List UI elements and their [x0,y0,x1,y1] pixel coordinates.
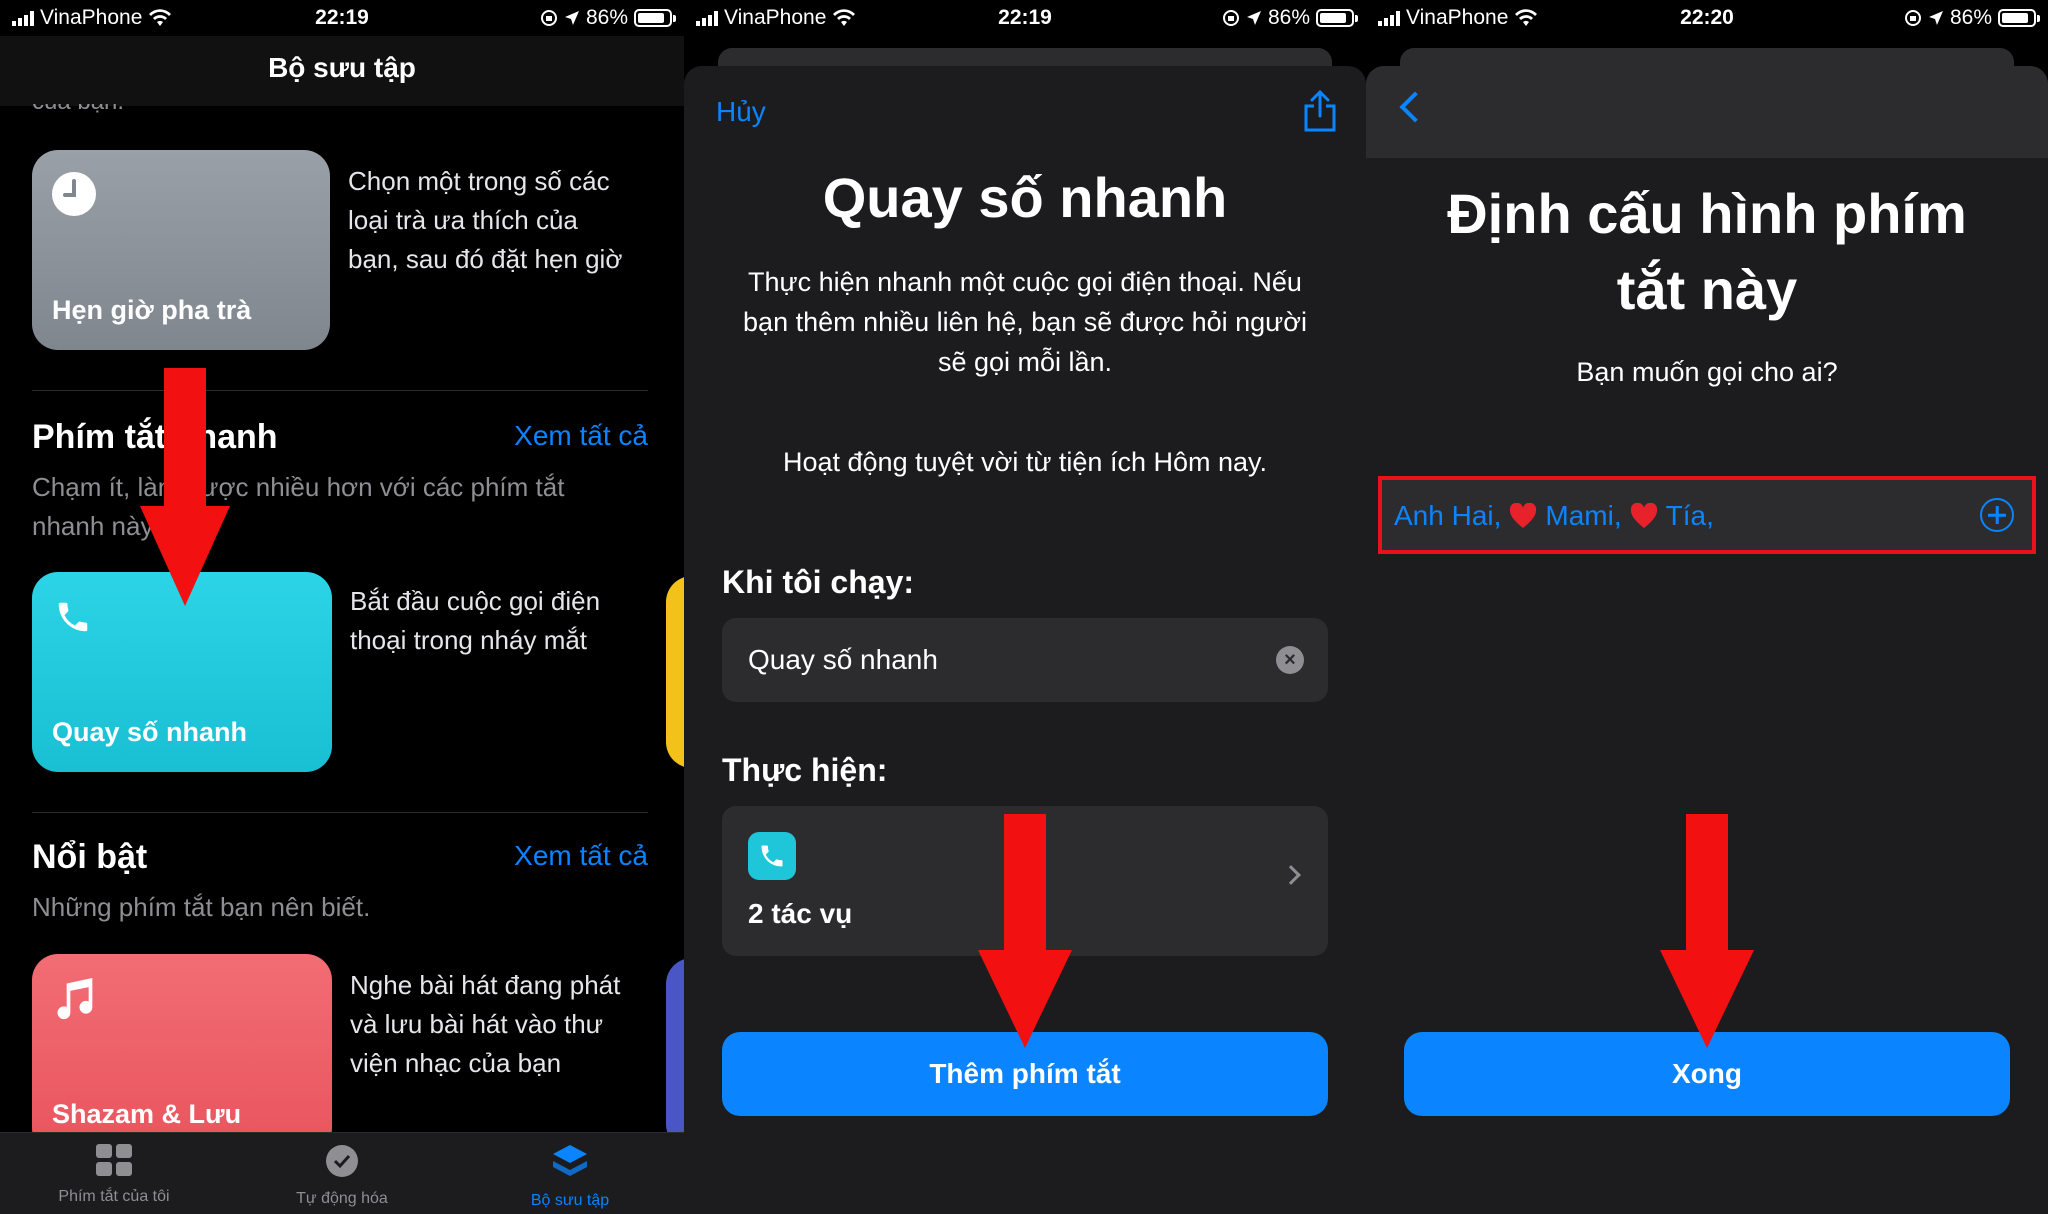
section-subtext-quick: Chạm ít, làm được nhiều hơn với các phím… [32,468,564,546]
heart-icon [1630,503,1657,528]
battery-percent: 86% [1949,6,1992,29]
desc-line: viện nhạc của bạn [350,1048,562,1078]
rotation-lock-icon [1222,10,1239,26]
shortcut-title: Quay số nhanh [822,166,1228,229]
see-all-featured-link[interactable]: Xem tất cả [514,840,648,872]
desc-line: sẽ gọi mỗi lần. [937,347,1113,377]
clock-check-icon [326,1145,358,1177]
contact-token[interactable]: Anh Hai, [1394,500,1501,532]
cancel-button[interactable]: Hủy [716,96,766,128]
contact-token[interactable]: Mami, [1545,500,1621,532]
dial-card-description: Bắt đầu cuộc gọi điện thoại trong nháy m… [350,582,600,660]
desc-line: loại trà ưa thích của [348,205,578,235]
desc-line: và lưu bài hát vào thư [350,1009,604,1039]
section-heading-featured: Nổi bật [32,838,148,876]
contact-token[interactable]: Tía, [1666,500,1714,532]
divider [32,390,648,391]
battery-icon [1316,9,1358,27]
red-arrow-annotation [978,814,1072,1048]
next-card-peek[interactable] [666,576,684,768]
nav-bar [1366,66,2048,158]
phone-app-icon [748,832,796,880]
widget-note: Hoạt động tuyệt vời từ tiện ích Hôm nay. [782,447,1267,477]
location-icon [1928,11,1943,25]
rotation-lock-icon [1904,10,1921,26]
shazam-card-description: Nghe bài hát đang phát và lưu bài hát và… [350,966,620,1083]
desc-line: Chọn một trong số các [348,166,610,196]
location-icon [564,11,579,25]
battery-percent: 86% [585,6,628,29]
location-icon [1246,11,1261,25]
tab-label: Tự động hóa [296,1190,388,1207]
shortcut-name-field[interactable]: Quay số nhanh × [722,618,1328,702]
card-label: Shazam & Lưu [52,1099,242,1129]
battery-icon [1998,9,2040,27]
when-run-label: Khi tôi chạy: [722,564,915,600]
clear-icon[interactable]: × [1276,646,1304,674]
red-arrow-annotation [140,368,230,606]
tab-label: Bộ sưu tập [530,1192,610,1209]
grid-icon [96,1144,132,1176]
configure-title: Định cấu hình phím tắt này [1366,176,2048,328]
desc-line: bạn, sau đó đặt hẹn giờ [348,244,623,274]
red-arrow-annotation [1660,814,1754,1048]
tab-my-shortcuts[interactable]: Phím tắt của tôi [0,1143,228,1206]
subtext-line: nhanh này. [32,511,159,541]
contacts-field[interactable]: Anh Hai, Mami, Tía, [1378,476,2036,554]
card-label: Hẹn giờ pha trà [52,295,252,325]
subtext-line: Chạm ít, làm được nhiều hơn với các phím… [32,472,565,502]
desc-line: Nghe bài hát đang phát [350,970,621,1000]
tab-gallery[interactable]: Bộ sưu tập [456,1143,684,1210]
desc-line: thoại trong nháy mắt [350,625,588,655]
divider [32,812,648,813]
action-count: 2 tác vụ [748,898,853,929]
status-bar: VinaPhone 22:20 86% [1366,0,2048,36]
tab-label: Phím tắt của tôi [58,1188,170,1205]
desc-line: Thực hiện nhanh một cuộc gọi điện thoại.… [748,267,1302,297]
phone-icon [761,845,783,867]
layers-icon [553,1145,587,1176]
gallery-screen: VinaPhone 22:19 86% của bạn. Bộ sưu tập … [0,0,684,1214]
add-contact-icon[interactable] [1980,498,2014,532]
page-title: Bộ sưu tập [268,52,416,83]
contact-list: Anh Hai, Mami, Tía, [1394,500,1714,532]
tea-timer-card[interactable]: Hẹn giờ pha trà [32,150,330,350]
heart-icon [1510,503,1537,528]
next-card-peek[interactable] [666,958,684,1150]
tab-automation[interactable]: Tự động hóa [228,1143,456,1208]
shortcut-description: Thực hiện nhanh một cuộc gọi điện thoại.… [724,262,1326,382]
section-subtext-featured: Những phím tắt bạn nên biết. [32,892,371,922]
shortcut-detail-screen: VinaPhone 22:19 86% Hủy Quay số nhanh Th… [684,0,1366,1214]
status-bar: VinaPhone 22:19 86% [684,0,1366,36]
tab-bar: Phím tắt của tôi Tự động hóa Bộ sưu tập [0,1132,684,1214]
title-line: tắt này [1616,258,1798,321]
shazam-card[interactable]: Shazam & Lưu [32,954,332,1154]
tea-card-description: Chọn một trong số các loại trà ưa thích … [348,162,622,279]
battery-icon [634,9,676,27]
chevron-right-icon [1281,865,1301,885]
card-label: Quay số nhanh [52,717,248,747]
battery-percent: 86% [1267,6,1310,29]
status-bar: VinaPhone 22:19 86% [0,0,684,36]
desc-line: bạn thêm nhiều liên hệ, bạn sẽ được hỏi … [743,307,1307,337]
share-icon[interactable] [1302,90,1338,132]
configure-screen: VinaPhone 22:20 86% Định cấu hình phím t… [1366,0,2048,1214]
rotation-lock-icon [540,10,557,26]
title-line: Định cấu hình phím [1447,182,1967,245]
do-label: Thực hiện: [722,752,888,788]
name-value: Quay số nhanh [748,644,938,675]
desc-line: Bắt đầu cuộc gọi điện [350,586,601,616]
clock-icon [52,172,96,216]
phone-icon [58,602,88,632]
music-note-icon [57,978,93,1020]
configure-question: Bạn muốn gọi cho ai? [1576,357,1838,387]
see-all-quick-link[interactable]: Xem tất cả [514,420,648,452]
